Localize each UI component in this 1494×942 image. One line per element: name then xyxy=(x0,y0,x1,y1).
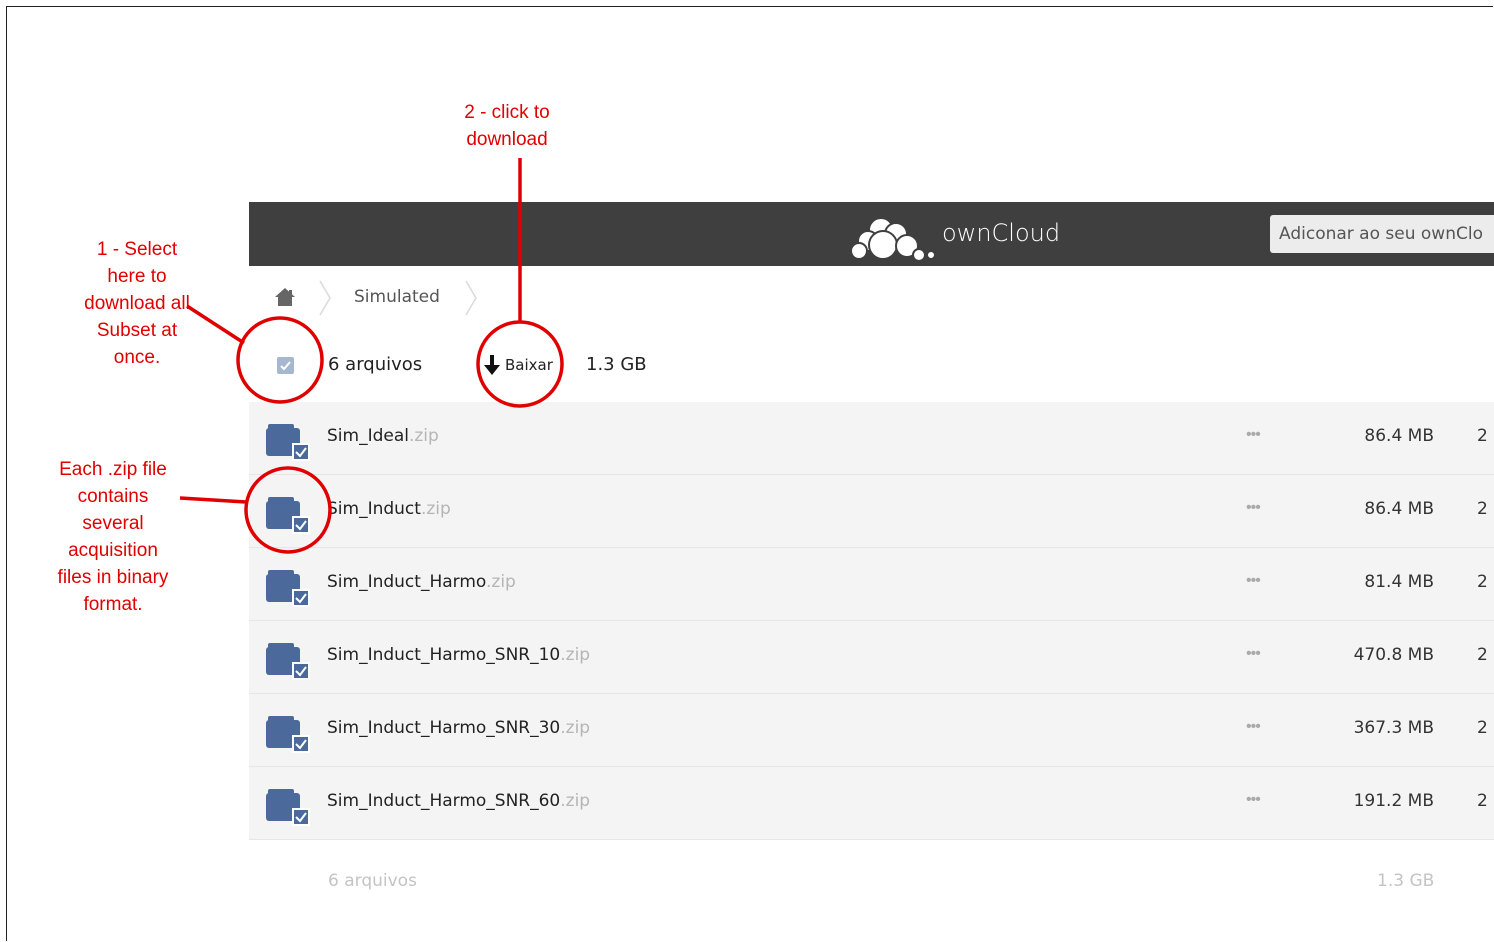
checkbox-checked-icon xyxy=(280,361,291,371)
annotation-line-text: format. xyxy=(83,594,143,615)
file-row[interactable]: Sim_Induct_Harmo_SNR_10.zip ••• 470.8 MB 2 xyxy=(249,621,1494,694)
file-row[interactable]: Sim_Ideal.zip ••• 86.4 MB 2 xyxy=(249,402,1494,475)
home-icon[interactable] xyxy=(274,287,296,307)
app-header: ownCloud Adiconar ao seu ownClo xyxy=(249,202,1494,266)
file-row[interactable]: Sim_Induct_Harmo_SNR_60.zip ••• 191.2 MB 2 xyxy=(249,767,1494,840)
file-extension: .zip xyxy=(560,718,591,738)
owncloud-logo-icon xyxy=(850,217,936,262)
more-actions-icon[interactable]: ••• xyxy=(1246,718,1261,736)
breadcrumb-separator-icon xyxy=(465,280,477,316)
zip-archive-icon[interactable] xyxy=(265,495,313,535)
zip-archive-icon[interactable] xyxy=(265,787,313,827)
file-basename: Sim_Induct_Harmo_SNR_60 xyxy=(327,791,561,811)
file-extension: .zip xyxy=(560,791,591,811)
more-actions-icon[interactable]: ••• xyxy=(1246,791,1261,809)
download-arrow-icon xyxy=(484,355,500,375)
annotation-line-text: Each .zip file xyxy=(59,459,167,480)
file-row[interactable]: Sim_Induct.zip ••• 86.4 MB 2 xyxy=(249,475,1494,548)
file-name[interactable]: Sim_Induct_Harmo_SNR_60.zip xyxy=(327,791,590,811)
file-extension: .zip xyxy=(560,645,591,665)
selected-total-size: 1.3 GB xyxy=(586,354,647,375)
zip-archive-icon[interactable] xyxy=(265,641,313,681)
file-size: 86.4 MB xyxy=(1364,499,1434,519)
annotation-line-text: contains xyxy=(77,486,149,507)
more-actions-icon[interactable]: ••• xyxy=(1246,645,1261,663)
more-actions-icon[interactable]: ••• xyxy=(1246,499,1261,517)
file-name[interactable]: Sim_Ideal.zip xyxy=(327,426,439,446)
more-actions-icon[interactable]: ••• xyxy=(1246,426,1261,444)
file-modified: 2 xyxy=(1477,426,1488,446)
file-row[interactable]: Sim_Induct_Harmo.zip ••• 81.4 MB 2 xyxy=(249,548,1494,621)
file-basename: Sim_Ideal xyxy=(327,426,409,446)
zip-archive-icon[interactable] xyxy=(265,568,313,608)
file-modified: 2 xyxy=(1477,791,1488,811)
file-name[interactable]: Sim_Induct.zip xyxy=(327,499,451,519)
select-all-checkbox[interactable] xyxy=(277,357,294,374)
breadcrumb-item-simulated[interactable]: Simulated xyxy=(354,287,440,307)
annotation-line-text: 2 - click to xyxy=(464,102,550,123)
file-modified: 2 xyxy=(1477,572,1488,592)
file-modified: 2 xyxy=(1477,499,1488,519)
file-size: 81.4 MB xyxy=(1364,572,1434,592)
annotation-line-text: 1 - Select xyxy=(96,239,178,260)
file-size: 191.2 MB xyxy=(1353,791,1434,811)
footer-total-size: 1.3 GB xyxy=(1377,871,1435,891)
footer-file-count: 6 arquivos xyxy=(328,871,417,891)
file-basename: Sim_Induct_Harmo_SNR_30 xyxy=(327,718,561,738)
download-label: Baixar xyxy=(505,356,553,374)
file-extension: .zip xyxy=(486,572,516,592)
file-basename: Sim_Induct xyxy=(327,499,421,519)
annotation-step2: 2 - click to download xyxy=(432,99,582,153)
file-basename: Sim_Induct_Harmo_SNR_10 xyxy=(327,645,561,665)
annotation-line-text: download xyxy=(466,129,548,150)
annotation-line-text: Subset at xyxy=(96,320,178,341)
file-name[interactable]: Sim_Induct_Harmo_SNR_10.zip xyxy=(327,645,590,665)
selected-count: 6 arquivos xyxy=(328,354,423,375)
more-actions-icon[interactable]: ••• xyxy=(1246,572,1261,590)
annotation-line-text: once. xyxy=(113,347,161,368)
file-size: 86.4 MB xyxy=(1364,426,1434,446)
annotation-line-text: several xyxy=(82,513,144,534)
file-modified: 2 xyxy=(1477,645,1488,665)
file-size: 470.8 MB xyxy=(1353,645,1434,665)
file-size: 367.3 MB xyxy=(1353,718,1434,738)
annotation-zip-files: Each .zip file contains several acquisition… xyxy=(38,456,188,618)
annotation-line-text: download all xyxy=(84,293,190,314)
file-name[interactable]: Sim_Induct_Harmo.zip xyxy=(327,572,516,592)
zip-archive-icon[interactable] xyxy=(265,714,313,754)
file-modified: 2 xyxy=(1477,718,1488,738)
zip-archive-icon[interactable] xyxy=(265,422,313,462)
file-extension: .zip xyxy=(420,499,451,519)
brand-name: ownCloud xyxy=(942,219,1061,247)
annotation-step1: 1 - Select here to download all Subset at on… xyxy=(62,236,212,371)
file-basename: Sim_Induct_Harmo xyxy=(327,572,486,592)
file-table: Sim_Ideal.zip ••• 86.4 MB 2 Sim_Induct.zip ••… xyxy=(249,402,1494,840)
annotation-line-text: acquisition xyxy=(68,540,158,561)
add-to-owncloud-button[interactable]: Adiconar ao seu ownClo xyxy=(1270,215,1494,253)
file-row[interactable]: Sim_Induct_Harmo_SNR_30.zip ••• 367.3 MB 2 xyxy=(249,694,1494,767)
download-button[interactable]: Baixar xyxy=(482,352,553,378)
file-extension: .zip xyxy=(408,426,439,446)
file-name[interactable]: Sim_Induct_Harmo_SNR_30.zip xyxy=(327,718,590,738)
annotation-line-text: here to xyxy=(107,266,167,287)
breadcrumb-separator-icon xyxy=(319,280,331,316)
annotation-line-text: files in binary xyxy=(57,567,169,588)
